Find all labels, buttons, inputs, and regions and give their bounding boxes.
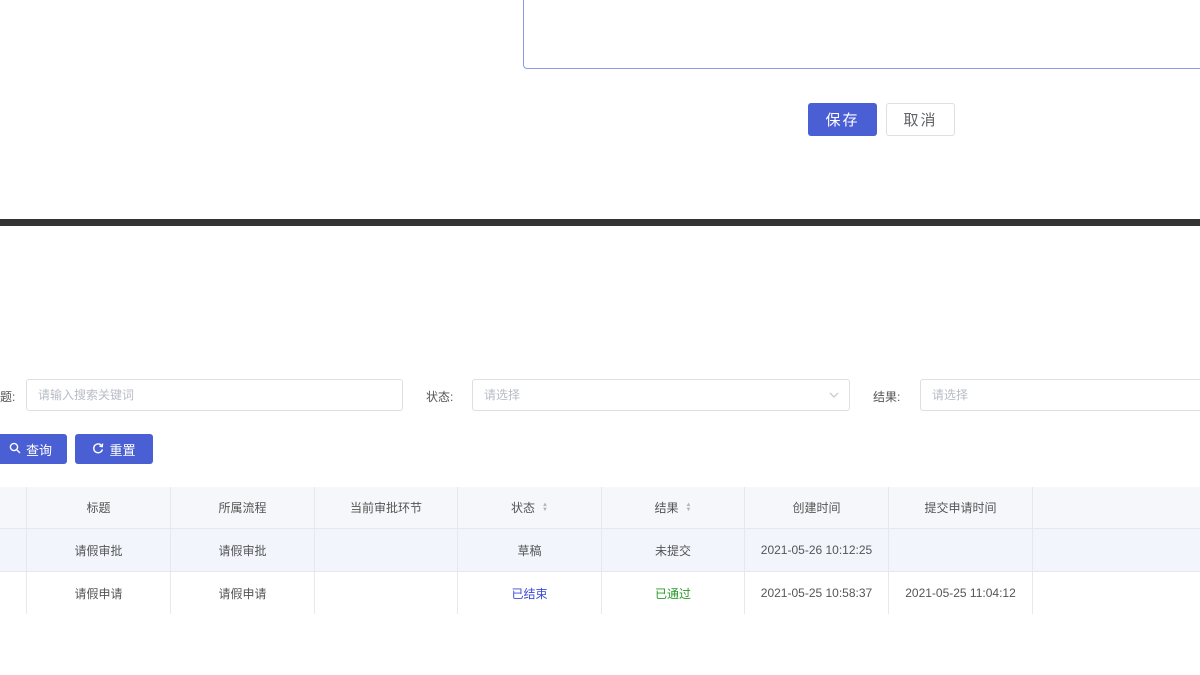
- result-select[interactable]: 请选择: [920, 379, 1200, 411]
- cell-current-node: [315, 529, 458, 571]
- header-title: 标题: [27, 487, 171, 528]
- header-result[interactable]: 结果 ▲ ▼: [602, 487, 745, 528]
- cell-status: 已结束: [458, 572, 602, 614]
- result-filter-label: 结果:: [873, 390, 901, 404]
- cell-submitted-time: [889, 529, 1033, 571]
- header-current-node: 当前审批环节: [315, 487, 458, 528]
- edit-form-panel: 保存 取消: [0, 0, 1200, 218]
- cell-actions: [1033, 529, 1200, 571]
- refresh-icon: [92, 442, 104, 457]
- status-select-placeholder: 请选择: [484, 388, 521, 402]
- remark-textarea[interactable]: [523, 0, 1200, 69]
- cancel-button[interactable]: 取消: [886, 103, 955, 136]
- cell-current-node: [315, 572, 458, 614]
- title-search-input[interactable]: 请输入搜索关键词: [26, 379, 403, 411]
- save-button[interactable]: 保存: [808, 103, 877, 136]
- title-search-placeholder: 请输入搜索关键词: [38, 388, 135, 402]
- header-process: 所属流程: [171, 487, 315, 528]
- query-button[interactable]: 查询: [0, 434, 67, 464]
- header-result-label: 结果: [654, 501, 679, 515]
- section-divider: [0, 219, 1200, 226]
- header-status[interactable]: 状态 ▲ ▼: [458, 487, 602, 528]
- table-row[interactable]: 请假审批 请假审批 草稿 未提交 2021-05-26 10:12:25: [0, 529, 1200, 572]
- cell-actions: [1033, 572, 1200, 614]
- approval-table: 标题 所属流程 当前审批环节 状态 ▲ ▼ 结果 ▲ ▼ 创建时间 提交申请时间 请…: [0, 487, 1200, 614]
- header-submitted-time: 提交申请时间: [889, 487, 1033, 528]
- header-cell-actions: [1033, 487, 1200, 528]
- reset-button-label: 重置: [109, 442, 136, 458]
- cell-title: 请假申请: [27, 572, 171, 614]
- header-status-label: 状态: [511, 501, 536, 515]
- chevron-down-icon: [829, 380, 839, 422]
- reset-button[interactable]: 重置: [75, 434, 153, 464]
- cell-submitted-time: 2021-05-25 11:04:12: [889, 572, 1033, 614]
- cell-title: 请假审批: [27, 529, 171, 571]
- query-button-label: 查询: [25, 442, 52, 458]
- cell-process: 请假审批: [171, 529, 315, 571]
- result-select-placeholder: 请选择: [932, 388, 969, 402]
- status-filter-label: 状态:: [426, 390, 454, 404]
- table-row[interactable]: 请假申请 请假申请 已结束 已通过 2021-05-25 10:58:37 20…: [0, 572, 1200, 614]
- title-filter-label: 题:: [0, 390, 16, 404]
- row-cell-selector: [0, 529, 27, 571]
- status-select[interactable]: 请选择: [472, 379, 850, 411]
- sort-icon[interactable]: ▲ ▼: [542, 502, 548, 513]
- cell-result: 已通过: [602, 572, 745, 614]
- cell-process: 请假申请: [171, 572, 315, 614]
- table-header-row: 标题 所属流程 当前审批环节 状态 ▲ ▼ 结果 ▲ ▼ 创建时间 提交申请时间: [0, 487, 1200, 529]
- cell-result: 未提交: [602, 529, 745, 571]
- header-cell-selector: [0, 487, 27, 528]
- sort-icon[interactable]: ▲ ▼: [686, 502, 692, 513]
- cell-status: 草稿: [458, 529, 602, 571]
- header-created-time: 创建时间: [745, 487, 889, 528]
- cell-created-time: 2021-05-25 10:58:37: [745, 572, 889, 614]
- search-icon: [9, 442, 21, 457]
- cell-created-time: 2021-05-26 10:12:25: [745, 529, 889, 571]
- row-cell-selector: [0, 572, 27, 614]
